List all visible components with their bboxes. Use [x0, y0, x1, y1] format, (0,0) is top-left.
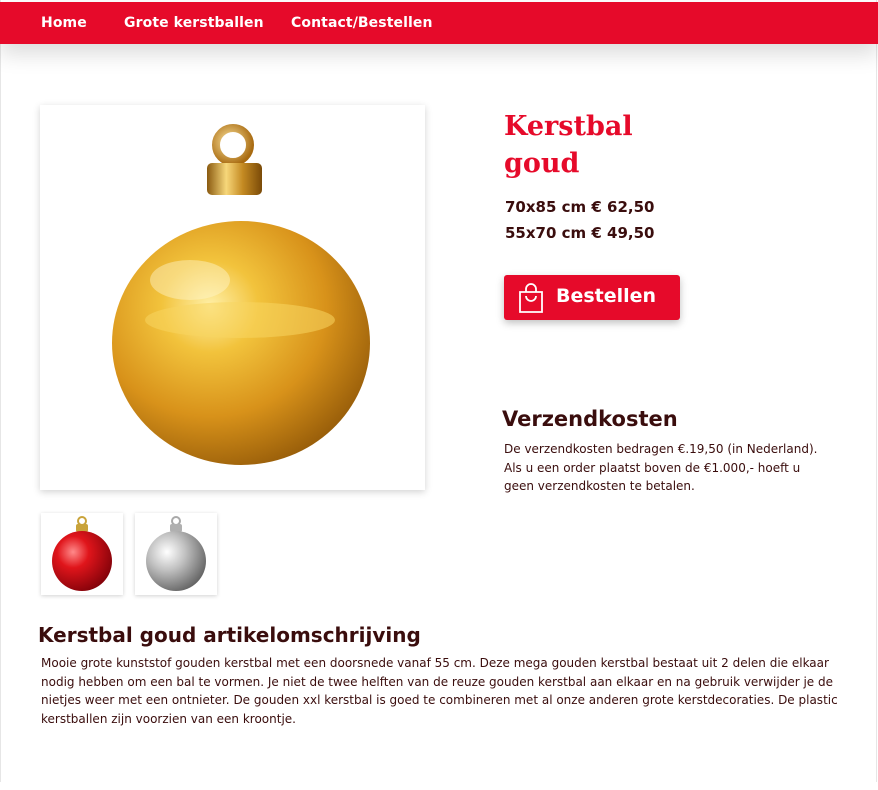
description-heading: Kerstbal goud artikelomschrijving — [38, 623, 421, 647]
order-button[interactable]: Bestellen — [504, 275, 680, 320]
product-title: Kerstbal goud — [504, 111, 633, 179]
thumbnail-silver[interactable] — [135, 513, 217, 595]
red-christmas-ball-icon — [52, 516, 112, 591]
shipping-heading: Verzendkosten — [502, 407, 678, 431]
thumbnail-red[interactable] — [41, 513, 123, 595]
price-small: 55x70 cm € 49,50 — [505, 224, 655, 242]
main-product-image[interactable] — [40, 105, 425, 490]
shipping-text: De verzendkosten bedragen €.19,50 (in Ne… — [504, 442, 818, 493]
shopping-bag-icon — [519, 283, 543, 313]
nav-grote-kerstballen[interactable]: Grote kerstballen — [124, 15, 264, 31]
price-large: 70x85 cm € 62,50 — [505, 198, 655, 216]
order-button-label: Bestellen — [556, 285, 657, 307]
top-navbar: Home Grote kerstballen Contact/Bestellen — [0, 2, 878, 44]
nav-contact-bestellen[interactable]: Contact/Bestellen — [291, 15, 433, 31]
description-text: Mooie grote kunststof gouden kerstbal me… — [41, 656, 838, 726]
gold-christmas-ball-icon — [112, 124, 370, 465]
nav-home[interactable]: Home — [41, 15, 87, 31]
silver-christmas-ball-icon — [146, 516, 206, 591]
